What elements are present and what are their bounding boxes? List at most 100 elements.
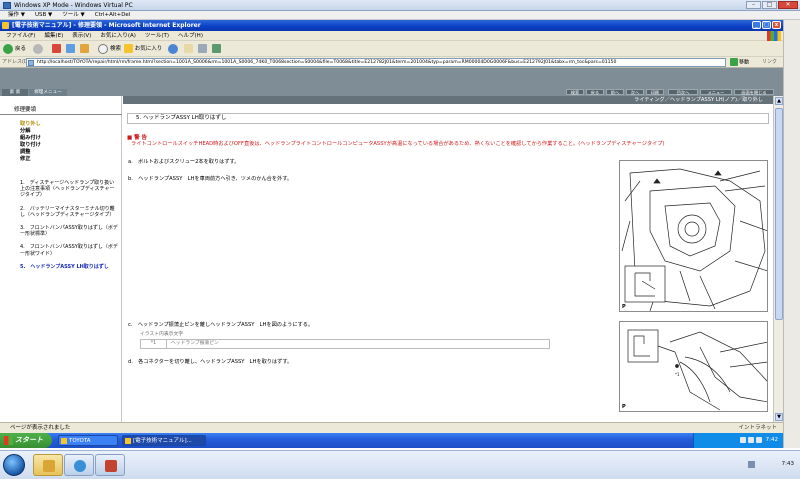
taskbar-item-manual[interactable]: [電子技術マニュアル]... bbox=[122, 435, 206, 446]
back-button[interactable]: 戻る bbox=[3, 43, 26, 55]
refresh-button[interactable] bbox=[66, 43, 75, 55]
win7-start-orb[interactable] bbox=[3, 454, 25, 476]
figure-2-label: P bbox=[622, 404, 626, 410]
prev-button[interactable]: 前へ bbox=[606, 89, 624, 95]
headlamp-pin-illustration: *1 P bbox=[619, 321, 768, 412]
sidebar-link-correction[interactable]: 修正 bbox=[20, 156, 115, 163]
menu-view[interactable]: 表示(V) bbox=[72, 31, 91, 40]
step-d-text: d. 各コネクターを切り離し、ヘッドランプASSY LHを取りはずす。 bbox=[128, 359, 293, 365]
volume-icon[interactable] bbox=[747, 436, 754, 443]
legend-number: *1 bbox=[141, 340, 167, 348]
vpc-scrollbar[interactable] bbox=[783, 20, 800, 448]
step-b-text: b. ヘッドランプASSY LHを車両前方へ引き、ツメのかん合を外す。 bbox=[128, 176, 293, 182]
refresh-icon bbox=[66, 44, 75, 53]
stop-button[interactable] bbox=[52, 43, 61, 55]
windows-flag-icon bbox=[4, 436, 13, 445]
illustration-legend-row: *1 ヘッドランプ振蕩ピン bbox=[140, 339, 550, 349]
manual-page: 索 索 修理メニュー 検索 戻る 前へ 次へ 印刷 目次へ メニュー 画面を閉じ… bbox=[0, 68, 783, 422]
menu-edit[interactable]: 編集(E) bbox=[44, 31, 63, 40]
close-screen-button[interactable]: 画面を閉じる bbox=[734, 89, 774, 95]
vpc-menu-ctrl-alt-del[interactable]: Ctrl+Alt+Del bbox=[95, 11, 131, 19]
sidebar-step-3[interactable]: 3. フロントバンパASSY取りはずし（ボデー形状標準） bbox=[20, 225, 118, 237]
vpc-menu-tools[interactable]: ツール ▼ bbox=[62, 11, 84, 19]
illustration-legend-heading: イラスト内表示文字 bbox=[140, 332, 184, 337]
menu-button[interactable]: メニュー bbox=[700, 89, 732, 95]
vpc-menu-action[interactable]: 操作 ▼ bbox=[8, 11, 25, 19]
messenger-button[interactable] bbox=[212, 43, 221, 55]
ie-toolbar: 戻る 検索 お気に入り bbox=[0, 41, 783, 57]
sidebar-step-list: 1. ディスチャージヘッドランプ取り扱い上の注意事項（ヘッドランプディスチャージ… bbox=[20, 180, 118, 277]
ie-icon bbox=[74, 460, 86, 472]
address-bar: アドレス(D) http://localhost/TOYOTA/repair/h… bbox=[0, 57, 783, 68]
favorites-button[interactable]: お気に入り bbox=[124, 43, 162, 55]
search-nav-button[interactable]: 検索 bbox=[566, 89, 584, 95]
sidebar: 修理要領 取り外し 分解 組み付け 取り付け 調整 修正 1. ディスチャージヘ… bbox=[0, 96, 122, 422]
ie-menu-bar: ファイル(F) 編集(E) 表示(V) お気に入り(A) ツール(T) ヘルプ(… bbox=[0, 31, 783, 41]
taskbar-vpc-button[interactable] bbox=[95, 454, 125, 476]
ie-title-bar: [電子技術マニュアル] - 修理要領 - Microsoft Internet … bbox=[0, 20, 783, 31]
address-input[interactable]: http://localhost/TOYOTA/repair/html/rm/f… bbox=[26, 58, 726, 67]
scroll-down-button[interactable]: ▼ bbox=[775, 413, 783, 421]
sidebar-link-disassembly[interactable]: 分解 bbox=[20, 128, 115, 135]
xp-system-tray: 7:42 bbox=[693, 433, 783, 448]
ie-close-button[interactable]: x bbox=[772, 21, 781, 29]
sidebar-step-2[interactable]: 2. バッテリーマイナスターミナル切り離し（ヘッドランプディスチャージタイプ） bbox=[20, 206, 118, 218]
network-icon[interactable] bbox=[739, 436, 746, 443]
ie-icon bbox=[2, 22, 9, 29]
sidebar-link-reassembly[interactable]: 組み付け bbox=[20, 135, 115, 142]
sidebar-link-adjustment[interactable]: 調整 bbox=[20, 149, 115, 156]
taskbar-item-toyota[interactable]: TOYOTA bbox=[58, 435, 118, 446]
sidebar-step-1[interactable]: 1. ディスチャージヘッドランプ取り扱い上の注意事項（ヘッドランプディスチャージ… bbox=[20, 180, 118, 199]
start-button[interactable]: スタート bbox=[0, 433, 52, 448]
mail-button[interactable] bbox=[184, 43, 193, 55]
search-button[interactable]: 検索 bbox=[98, 43, 121, 55]
taskbar-explorer-button[interactable] bbox=[33, 454, 63, 476]
step-c-text: c. ヘッドランプ振蕩止ピンを離しヘッドランプASSY LHを図のようにする。 bbox=[128, 322, 314, 328]
tab-index[interactable]: 索 索 bbox=[2, 89, 28, 96]
sidebar-step-4[interactable]: 4. フロントバンパASSY取りはずし（ボデー形状ワイド） bbox=[20, 244, 118, 256]
menu-file[interactable]: ファイル(F) bbox=[6, 31, 35, 40]
security-icon[interactable] bbox=[755, 436, 762, 443]
search-icon bbox=[98, 43, 108, 54]
sidebar-link-installation[interactable]: 取り付け bbox=[20, 142, 115, 149]
page-scrollbar[interactable]: ▲ ▼ bbox=[773, 96, 783, 422]
section-title: 5. ヘッドランプASSY LH取りはずし bbox=[127, 113, 769, 124]
ie-status-bar: ページが表示されました イントラネット bbox=[0, 422, 783, 433]
ie-maximize-button[interactable]: □ bbox=[762, 21, 771, 29]
manual-header: 索 索 修理メニュー 検索 戻る 前へ 次へ 印刷 目次へ メニュー 画面を閉じ… bbox=[0, 68, 783, 96]
menu-favorites[interactable]: お気に入り(A) bbox=[100, 31, 136, 40]
scroll-thumb[interactable] bbox=[775, 108, 783, 320]
maximize-button[interactable]: □ bbox=[762, 1, 777, 9]
folder-icon bbox=[43, 460, 55, 472]
print-button[interactable] bbox=[198, 43, 207, 55]
home-button[interactable] bbox=[80, 43, 89, 55]
taskbar-ie-button[interactable] bbox=[64, 454, 94, 476]
vpc-menu-usb[interactable]: USB ▼ bbox=[35, 11, 52, 19]
tab-repair-menu[interactable]: 修理メニュー bbox=[29, 89, 67, 96]
windows-logo-icon bbox=[767, 31, 781, 41]
next-button[interactable]: 次へ bbox=[626, 89, 644, 95]
menu-help[interactable]: ヘルプ(H) bbox=[178, 31, 203, 40]
go-button[interactable]: 移動 bbox=[730, 58, 749, 68]
links-button[interactable]: リンク bbox=[762, 57, 777, 68]
minimize-button[interactable]: – bbox=[746, 1, 761, 9]
sidebar-step-5[interactable]: 5. ヘッドランプASSY LH取りはずし bbox=[20, 264, 118, 270]
history-button[interactable] bbox=[168, 43, 180, 55]
sidebar-procedure-links: 取り外し 分解 組み付け 取り付け 調整 修正 bbox=[20, 121, 115, 163]
ie-minimize-button[interactable]: _ bbox=[752, 21, 761, 29]
vpc-title: Windows XP Mode - Windows Virtual PC bbox=[14, 2, 133, 9]
action-center-flag-icon[interactable] bbox=[748, 461, 755, 468]
sidebar-link-removal[interactable]: 取り外し bbox=[20, 121, 115, 128]
forward-button[interactable] bbox=[33, 43, 45, 55]
toc-button[interactable]: 目次へ bbox=[668, 89, 698, 95]
close-button[interactable]: ✕ bbox=[778, 1, 798, 9]
print-nav-button[interactable]: 印刷 bbox=[646, 89, 664, 95]
scroll-up-button[interactable]: ▲ bbox=[775, 97, 783, 105]
figure-2-callout: *1 bbox=[675, 372, 680, 377]
xp-taskbar: スタート TOYOTA [電子技術マニュアル]... 7:42 bbox=[0, 433, 783, 448]
back-nav-button[interactable]: 戻る bbox=[586, 89, 604, 95]
host-clock: 7:43 bbox=[781, 461, 794, 467]
headlamp-illustration: P bbox=[619, 160, 768, 312]
menu-tools[interactable]: ツール(T) bbox=[145, 31, 169, 40]
legend-text: ヘッドランプ振蕩ピン bbox=[171, 341, 219, 346]
